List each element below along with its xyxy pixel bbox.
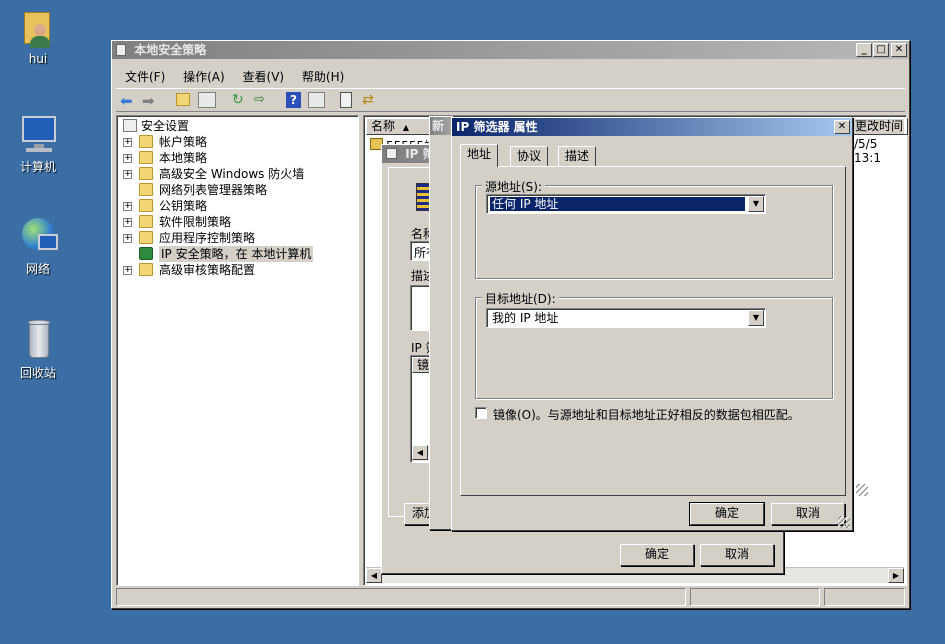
expand-icon[interactable]: + [123,266,132,275]
mirror-checkbox-label: 镜像(O)。与源地址和目标地址正好相反的数据包相匹配。 [493,408,800,422]
source-address-dropdown[interactable]: 任何 IP 地址 ▼ [486,194,766,214]
back-arrow-icon[interactable]: ⬅ [120,92,133,110]
security-settings-icon [123,119,137,132]
tree-pane[interactable]: 安全设置 + 帐户策略 + 本地策略 + 高级安全 Windows 防火墙 网络… [116,115,359,586]
up-folder-icon[interactable] [176,93,190,106]
desktop-icon-computer[interactable]: 计算机 [3,112,73,175]
property-tabs: 地址 协议 描述 [460,144,850,168]
computer-icon [16,112,60,156]
desktop-icon-recycle-bin[interactable]: 回收站 [3,318,73,381]
filter-properties-titlebar[interactable]: IP 筛选器 属性 ✕ [452,118,852,136]
network-globe-icon [16,214,60,258]
expand-icon[interactable]: + [123,234,132,243]
chevron-down-icon[interactable]: ▼ [748,196,764,212]
ip-filter-properties-dialog: IP 筛选器 属性 ✕ 地址 协议 描述 源地址(S): 任何 IP 地址 ▼ … [451,117,853,531]
menu-action[interactable]: 操作(A) [176,65,232,88]
folder-icon [139,231,153,244]
tab-protocol[interactable]: 协议 [510,146,549,166]
destination-address-dropdown[interactable]: 我的 IP 地址 ▼ [486,308,766,328]
scroll-right-arrow-icon[interactable]: ▶ [888,568,904,583]
toolbar: ⬅ ➡ ↻ ⇨ ? ⇄ [116,88,905,112]
refresh-icon[interactable]: ↻ [232,92,244,108]
filter-properties-title: IP 筛选器 属性 [456,120,538,134]
properties-pane-icon[interactable] [308,92,325,108]
menu-view[interactable]: 查看(V) [236,65,292,88]
main-window-title: 本地安全策略 [134,43,207,57]
policy-folder-icon [139,135,153,148]
ip-security-icon [139,247,153,260]
desktop-icon-label: 网络 [25,262,50,276]
filter-list-cancel-button[interactable]: 取消 [700,544,774,566]
chevron-down-icon[interactable]: ▼ [748,310,764,326]
filter-list-ok-button[interactable]: 确定 [620,544,694,566]
resize-grip-icon[interactable] [838,516,850,528]
rule-dialog-title-fragment: 新 [432,119,445,133]
folder-icon [139,167,153,180]
folder-icon [139,215,153,228]
assign-policy-icon[interactable]: ⇄ [362,92,374,108]
desktop-icon-user-folder[interactable]: hui [3,6,73,66]
resize-grip-icon[interactable] [856,484,868,496]
menu-help[interactable]: 帮助(H) [295,65,351,88]
dialog-close-button[interactable]: ✕ [834,120,850,134]
column-modified-header[interactable]: 更改时间 [850,118,908,135]
expand-icon[interactable]: + [123,218,132,227]
ip-security-rule-dialog-edge: 新 [429,116,453,530]
desktop-icon-label: hui [28,52,48,66]
policy-folder-icon [139,151,153,164]
expand-icon[interactable]: + [123,170,132,179]
expand-icon[interactable]: + [123,202,132,211]
filter-properties-ok-button[interactable]: 确定 [689,502,765,526]
filter-properties-cancel-button[interactable]: 取消 [771,503,845,525]
user-folder-icon [16,6,60,50]
scroll-left-arrow-icon[interactable]: ◀ [366,568,382,583]
close-button[interactable]: ✕ [891,43,907,57]
main-window-titlebar[interactable]: 本地安全策略 _ □ ✕ [112,41,909,59]
sort-ascending-icon: ▲ [402,123,409,132]
export-list-icon[interactable]: ⇨ [254,92,265,107]
destination-address-group: 目标地址(D): 我的 IP 地址 ▼ [475,290,833,399]
column-name-header[interactable]: 名称 ▲ [366,118,431,135]
status-bar [116,588,905,606]
tab-description[interactable]: 描述 [558,146,597,166]
minimize-button[interactable]: _ [856,43,872,57]
desktop-icon-network[interactable]: 网络 [3,214,73,277]
folder-icon [139,199,153,212]
desktop-icon-label: 计算机 [19,160,56,174]
scroll-left-arrow-icon[interactable]: ◀ [412,445,428,460]
source-address-group: 源地址(S): 任何 IP 地址 ▼ [475,178,833,279]
address-tab-page: 源地址(S): 任何 IP 地址 ▼ 目标地址(D): 我的 IP 地址 ▼ 镜… [460,166,846,496]
recycle-bin-icon [16,318,60,362]
expand-icon[interactable]: + [123,154,132,163]
dialog-app-icon [386,148,397,159]
mirror-checkbox[interactable] [475,407,487,419]
forward-arrow-icon[interactable]: ➡ [142,92,155,110]
expand-icon[interactable]: + [123,138,132,147]
folder-icon [139,263,153,276]
tab-address[interactable]: 地址 [460,144,499,167]
menu-bar: 文件(F) 操作(A) 查看(V) 帮助(H) [118,65,351,88]
help-icon[interactable]: ? [286,92,301,108]
folder-icon [139,183,153,196]
show-tree-icon[interactable] [198,92,216,108]
maximize-button[interactable]: □ [873,43,889,57]
window-app-icon [116,44,126,56]
desktop-icon-label: 回收站 [19,366,56,380]
clipboard-icon[interactable] [340,92,352,108]
menu-file[interactable]: 文件(F) [118,65,172,88]
